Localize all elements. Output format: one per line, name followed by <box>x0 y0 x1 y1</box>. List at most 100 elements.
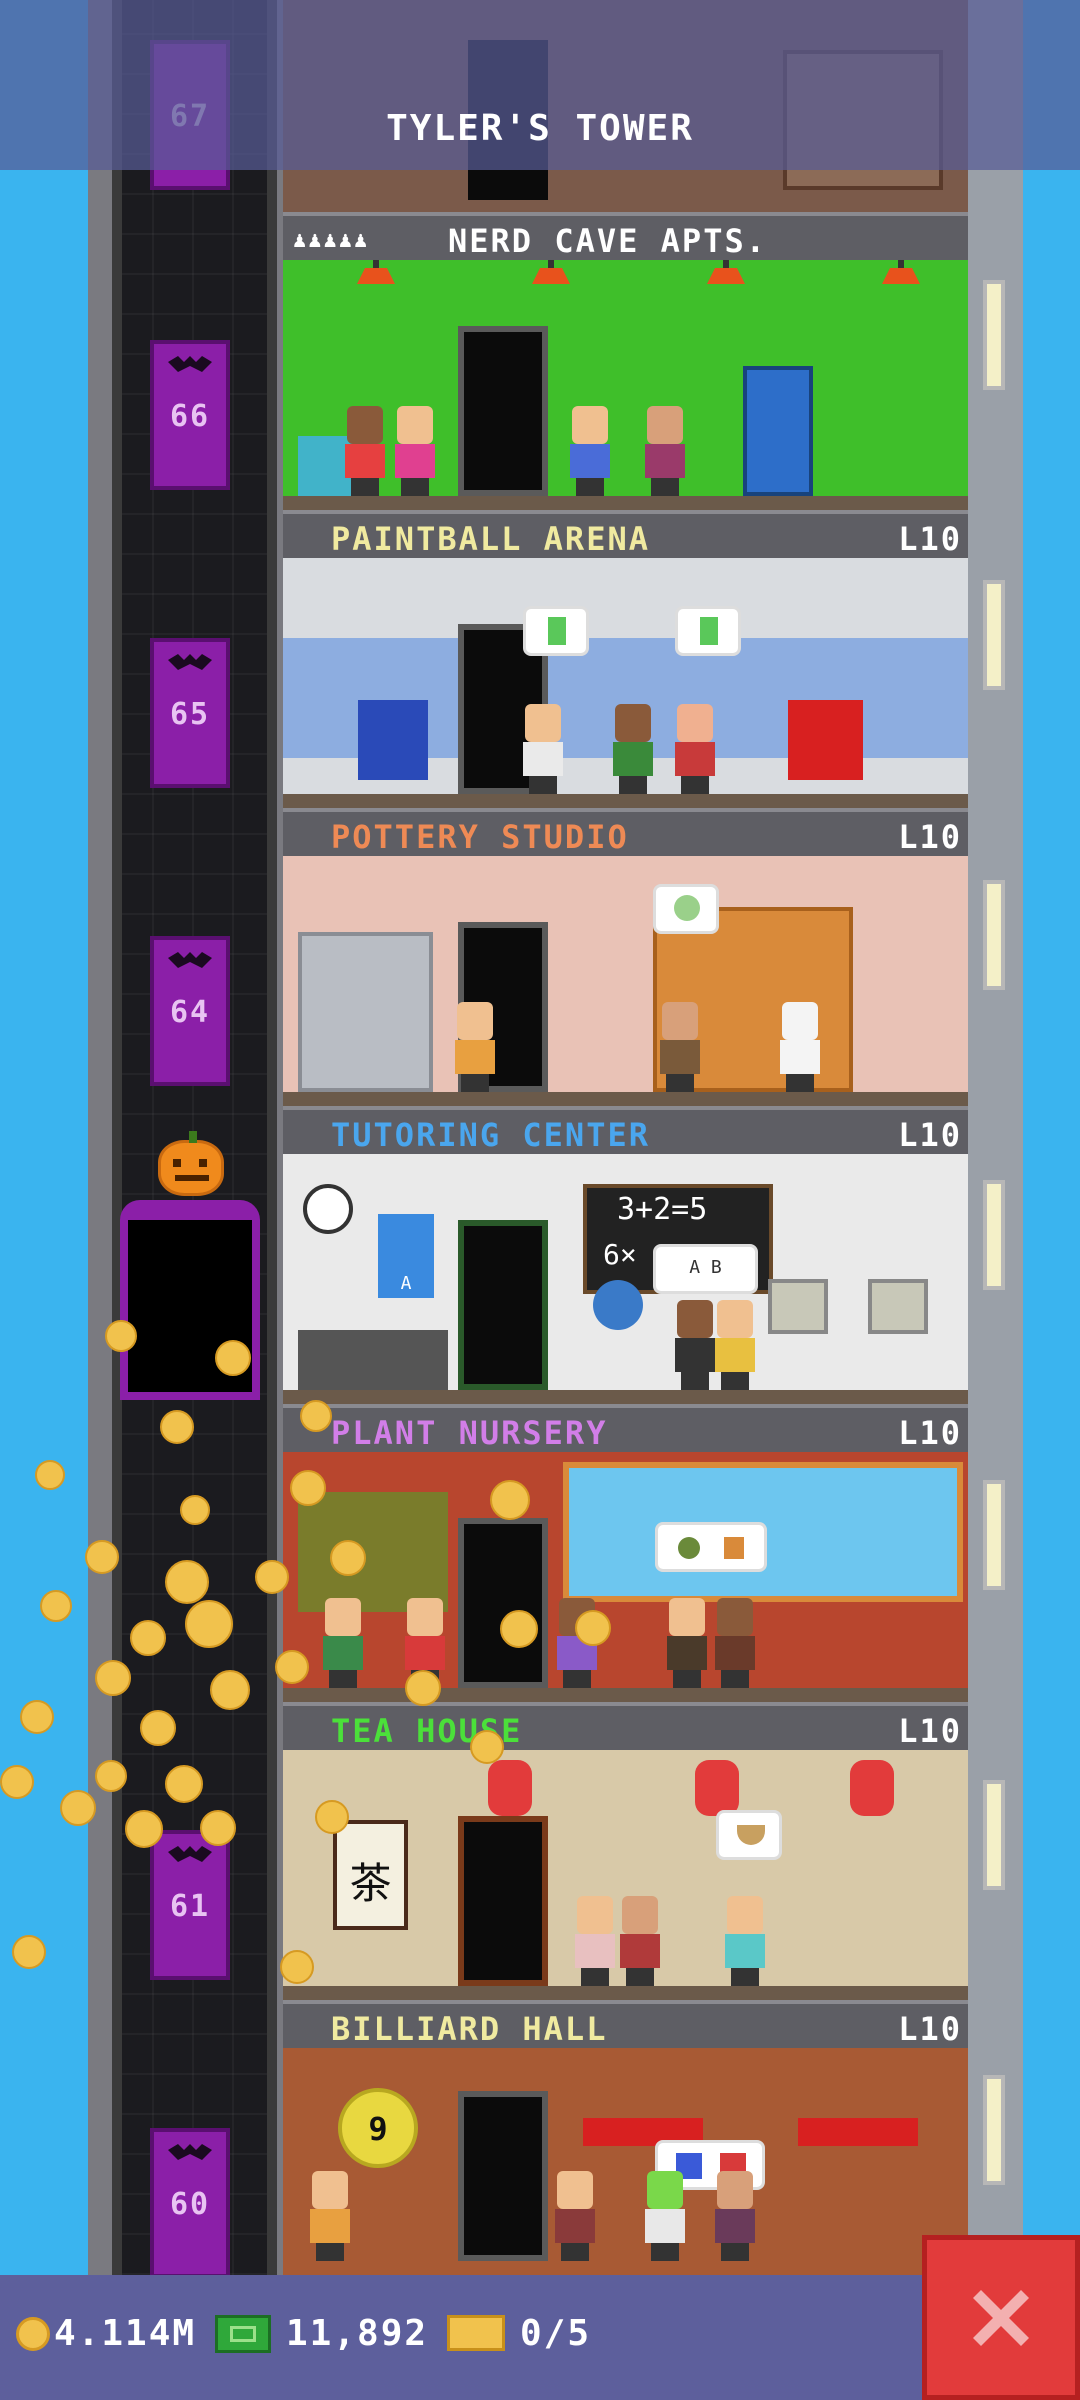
coin-icon <box>40 1590 72 1622</box>
resident[interactable] <box>778 1002 822 1092</box>
speech-bubble[interactable]: A B <box>653 1244 758 1294</box>
tea-scroll: 茶 <box>333 1820 408 1930</box>
floor-label-bar: TEA HOUSE L10 <box>283 1702 968 1750</box>
coin-icon <box>500 1610 538 1648</box>
bubble-text: A B <box>689 1257 722 1278</box>
resident[interactable] <box>673 1300 717 1390</box>
elevator-floor-65[interactable]: 65 <box>150 638 230 788</box>
resident[interactable] <box>643 2171 687 2261</box>
bux-count[interactable]: 11,892 <box>286 2313 428 2354</box>
resident[interactable] <box>673 704 717 794</box>
resident[interactable] <box>393 406 437 496</box>
tower-window <box>983 1180 1005 1290</box>
floor-nerd-cave-apts[interactable]: ♟♟♟♟♟ NERD CAVE APTS. <box>283 212 968 510</box>
pot-icon <box>724 1537 744 1559</box>
coin-icon <box>275 1650 309 1684</box>
coin-icon <box>210 1670 250 1710</box>
resident[interactable] <box>308 2171 352 2261</box>
chalkboard-text: 6× <box>603 1238 637 1271</box>
floor-room <box>283 260 968 510</box>
resident[interactable] <box>713 1300 757 1390</box>
resident[interactable] <box>713 2171 757 2261</box>
resident[interactable] <box>343 406 387 496</box>
coin-icon <box>280 1950 314 1984</box>
ceiling-lamp-icon <box>532 260 570 284</box>
coin-icon <box>20 1700 54 1734</box>
floor-room <box>283 856 968 1106</box>
floor-tea-house[interactable]: TEA HOUSE L10 茶 <box>283 1702 968 2000</box>
resident[interactable] <box>723 1896 767 1986</box>
floor-pottery-studio[interactable]: POTTERY STUDIO L10 <box>283 808 968 1106</box>
elevator-floor-64[interactable]: 64 <box>150 936 230 1086</box>
coin-icon <box>575 1610 611 1646</box>
elevator-floor-66[interactable]: 66 <box>150 340 230 490</box>
ceiling-lamp-icon <box>357 260 395 284</box>
floor-label-bar: ♟♟♟♟♟ NERD CAVE APTS. <box>283 212 968 260</box>
tickets-count[interactable]: 0/5 <box>520 2313 591 2354</box>
floor-plant-nursery[interactable]: PLANT NURSERY L10 <box>283 1404 968 1702</box>
floor-room <box>283 1452 968 1702</box>
floor-level: L10 <box>898 1116 962 1154</box>
coins-count[interactable]: 4.114M <box>54 2313 196 2354</box>
resident[interactable] <box>665 1598 709 1688</box>
floor-room: 9 <box>283 2048 968 2275</box>
coin-icon <box>200 1810 236 1846</box>
coin-icon <box>95 1760 127 1792</box>
resident[interactable] <box>618 1896 662 1986</box>
resident[interactable] <box>713 1598 757 1688</box>
lantern-icon <box>488 1760 532 1816</box>
coin-icon <box>215 1340 251 1376</box>
elevator-floor-60[interactable]: 60 <box>150 2128 230 2278</box>
elevator-floor-61[interactable]: 61 <box>150 1830 230 1980</box>
resident[interactable] <box>553 2171 597 2261</box>
coin-icon <box>405 1670 441 1706</box>
resident[interactable] <box>321 1598 365 1688</box>
resident[interactable] <box>643 406 687 496</box>
floor-line <box>283 1688 968 1702</box>
coin-icon <box>105 1320 137 1352</box>
ticket-icon <box>447 2315 505 2351</box>
floor-name: NERD CAVE APTS. <box>448 222 767 260</box>
poster-letter: A <box>400 1273 412 1294</box>
apple-poster: A <box>378 1214 434 1298</box>
coin-icon <box>490 1480 530 1520</box>
speech-bubble[interactable] <box>523 606 589 656</box>
speech-bubble[interactable] <box>716 1810 782 1860</box>
resident[interactable] <box>658 1002 702 1092</box>
floor-paintball-arena[interactable]: PAINTBALL ARENA L10 <box>283 510 968 808</box>
door <box>458 326 548 496</box>
speech-bubble[interactable] <box>653 884 719 934</box>
tower-name[interactable]: TYLER'S TOWER <box>0 108 1080 149</box>
floor-room <box>283 558 968 808</box>
speech-bubble[interactable] <box>655 1522 767 1572</box>
seed-icon <box>678 1537 700 1559</box>
floor-tutoring-center[interactable]: TUTORING CENTER L10 A 3+2=5 6× A B <box>283 1106 968 1404</box>
clock-icon <box>303 1184 353 1234</box>
elevator-floor-number: 64 <box>169 995 211 1030</box>
coin-icon <box>180 1495 210 1525</box>
floor-billiard-hall[interactable]: BILLIARD HALL L10 9 <box>283 2000 968 2275</box>
paint-can-icon <box>700 617 718 645</box>
tower-header: TYLER'S TOWER <box>0 0 1080 170</box>
floor-line <box>283 1986 968 2000</box>
paint-barrier <box>788 700 863 780</box>
door <box>458 1816 548 1986</box>
resident[interactable] <box>568 406 612 496</box>
ceiling-lamp-icon <box>707 260 745 284</box>
elevator-floor-number: 61 <box>169 1889 211 1924</box>
floor-label-bar: POTTERY STUDIO L10 <box>283 808 968 856</box>
floor-level: L10 <box>898 818 962 856</box>
bat-icon <box>168 952 212 968</box>
resident[interactable] <box>521 704 565 794</box>
speech-bubble[interactable] <box>675 606 741 656</box>
resident[interactable] <box>453 1002 497 1092</box>
resident[interactable] <box>573 1896 617 1986</box>
floor-level: L10 <box>898 1414 962 1452</box>
coin-icon <box>130 1620 166 1656</box>
resident[interactable] <box>611 704 655 794</box>
shaft-rail-left <box>112 0 122 2275</box>
coin-icon <box>290 1470 326 1506</box>
close-button[interactable] <box>922 2235 1080 2400</box>
floor-level: L10 <box>898 1712 962 1750</box>
coin-icon <box>315 1800 349 1834</box>
